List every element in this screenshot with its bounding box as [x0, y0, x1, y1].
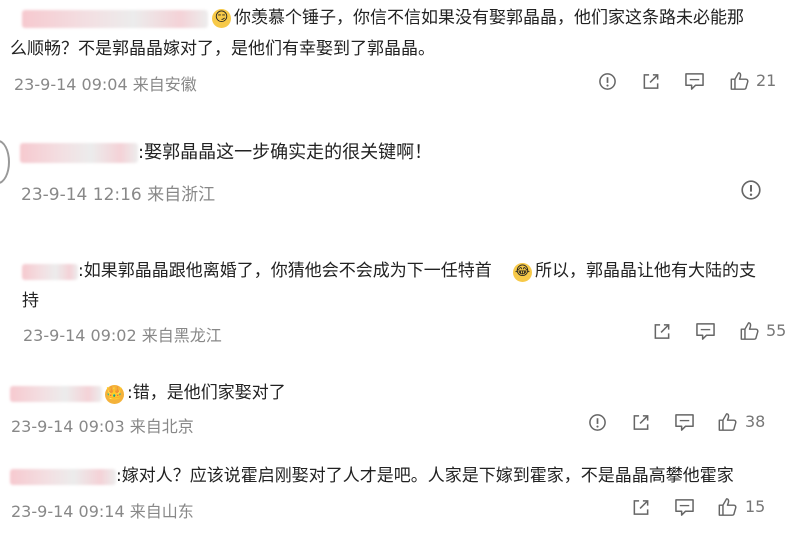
thumbs-up-icon[interactable]	[739, 321, 760, 341]
comment-text-continued: 么顺畅？不是郭晶晶嫁对了，是他们有幸娶到了郭晶晶。	[10, 39, 435, 59]
share-icon[interactable]	[631, 413, 651, 432]
like-count: 55	[766, 321, 787, 340]
like-count: 21	[756, 71, 777, 90]
comment-timestamp-location: 23-9-14 12:16 来自浙江	[21, 185, 216, 205]
like-count: 15	[745, 497, 766, 516]
comment-text: :错，是他们家娶对了	[127, 383, 286, 403]
comment-timestamp-location: 23-9-14 09:04 来自安徽	[14, 75, 197, 94]
blurred-username	[22, 264, 78, 280]
comment-icon[interactable]	[674, 498, 695, 517]
like-count: 38	[745, 412, 766, 431]
thumbs-up-icon[interactable]	[717, 497, 738, 517]
comment-text: :嫁对人？应该说霍启刚娶对了人才是吧。人家是下嫁到霍家，不是晶晶高攀他霍家	[116, 466, 734, 486]
comment-timestamp-location: 23-9-14 09:03 来自北京	[11, 417, 194, 436]
comment-icon[interactable]	[684, 72, 705, 91]
comment-text-continued: 所以，郭晶晶让他有大陆的支	[535, 261, 756, 281]
thumbs-up-icon[interactable]	[717, 412, 738, 432]
share-icon[interactable]	[652, 322, 672, 341]
crown-emoji-icon: 👑	[105, 385, 124, 404]
comment-text: :娶郭晶晶这一步确实走的很关键啊！	[138, 142, 433, 163]
comment-icon[interactable]	[674, 413, 695, 432]
laughing-crying-emoji-icon: 😂	[513, 263, 532, 282]
blurred-username	[10, 386, 102, 402]
avatar	[0, 140, 10, 184]
blurred-username	[22, 10, 208, 28]
report-icon[interactable]	[598, 72, 617, 91]
blurred-username	[10, 469, 116, 485]
report-icon[interactable]	[588, 413, 607, 432]
comment-timestamp-location: 23-9-14 09:02 来自黑龙江	[23, 326, 222, 345]
comment-text: 你羡慕个锤子，你信不信如果没有娶郭晶晶，他们家这条路未必能那	[234, 8, 744, 28]
report-icon[interactable]	[740, 179, 762, 201]
thumbs-up-icon[interactable]	[729, 71, 750, 91]
blurred-username	[20, 143, 138, 163]
share-icon[interactable]	[631, 498, 651, 517]
comment-text: :如果郭晶晶跟他离婚了，你猜他会不会成为下一任特首	[78, 261, 492, 281]
comment-timestamp-location: 23-9-14 09:14 来自山东	[11, 502, 194, 521]
comment-text-continued: 持	[22, 291, 39, 311]
smirk-emoji-icon: 😏	[212, 9, 231, 28]
share-icon[interactable]	[641, 72, 661, 91]
comment-icon[interactable]	[695, 322, 716, 341]
